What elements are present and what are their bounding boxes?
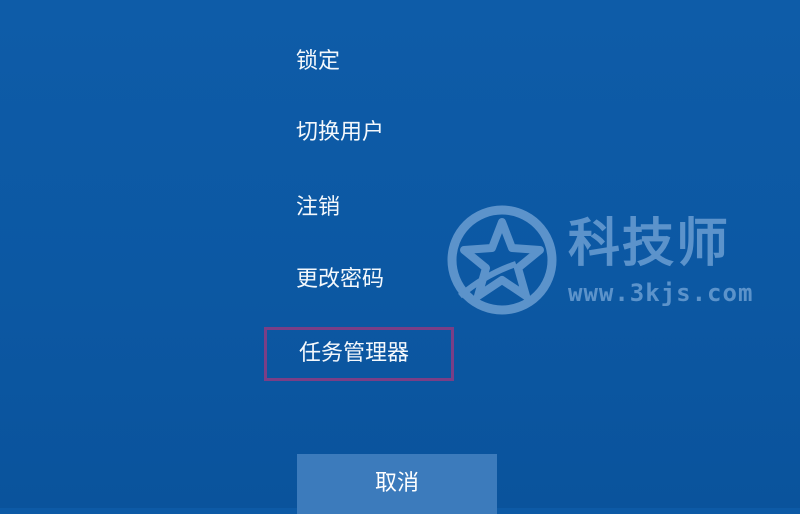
watermark-title: 科技师 xyxy=(568,214,731,274)
watermark: 科技师 www.3kjs.com xyxy=(440,200,780,330)
lock-option[interactable]: 锁定 xyxy=(296,47,340,77)
task-manager-option-label: 任务管理器 xyxy=(299,341,410,366)
change-password-option[interactable]: 更改密码 xyxy=(296,265,384,295)
switch-user-option-label: 切换用户 xyxy=(296,120,385,145)
lock-option-label: 锁定 xyxy=(296,49,341,74)
sign-out-option-label: 注销 xyxy=(296,195,341,220)
task-manager-option[interactable]: 任务管理器 xyxy=(264,327,454,381)
cancel-button[interactable]: 取消 xyxy=(297,454,497,514)
secure-options-screen: 锁定 切换用户 注销 更改密码 任务管理器 取消 科技师 www.3kjs.co… xyxy=(0,0,800,514)
watermark-url: www.3kjs.com xyxy=(568,279,754,307)
star-logo-icon xyxy=(447,205,557,315)
change-password-option-label: 更改密码 xyxy=(296,267,385,292)
switch-user-option[interactable]: 切换用户 xyxy=(296,118,384,148)
sign-out-option[interactable]: 注销 xyxy=(296,193,340,223)
